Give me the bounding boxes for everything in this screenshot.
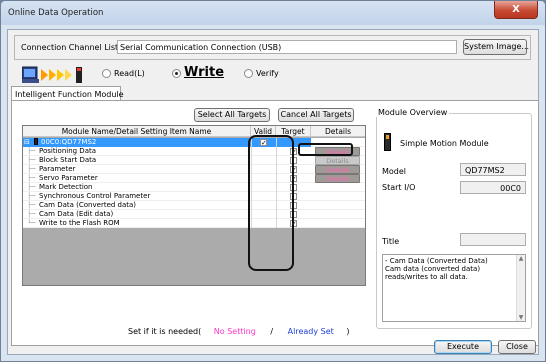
row-name-text: Parameter bbox=[39, 165, 76, 173]
row-name-cell[interactable]: ├─ Servo Parameter bbox=[23, 174, 251, 183]
tree-branch-icon: ├─ bbox=[27, 165, 36, 173]
tab-label: Intelligent Function Module bbox=[15, 90, 124, 99]
verify-radio[interactable] bbox=[244, 69, 253, 78]
module-overview-title: Module Overview bbox=[376, 108, 450, 117]
dialog-client: Connection Channel List Serial Communica… bbox=[7, 29, 539, 355]
row-name-cell[interactable]: ├─ Cam Data (Converted data) bbox=[23, 201, 251, 210]
legend-no-setting: No Setting bbox=[213, 327, 256, 336]
verify-radio-label[interactable]: Verify bbox=[256, 69, 279, 78]
row-name-text: Cam Data (Edit data) bbox=[39, 210, 114, 218]
details-button[interactable]: Details bbox=[315, 156, 360, 165]
tree-branch-icon: ├─ bbox=[27, 192, 36, 200]
start-io-label: Start I/O bbox=[382, 183, 416, 192]
write-mode-icon bbox=[21, 66, 88, 84]
write-radio[interactable] bbox=[172, 69, 181, 78]
title-bar[interactable]: Online Data Operation X bbox=[1, 1, 545, 25]
legend-suffix: ) bbox=[346, 327, 350, 336]
row-name-cell[interactable]: ├─ Mark Detection bbox=[23, 183, 251, 192]
tree-branch-icon: ├─ bbox=[27, 201, 36, 209]
scroll-down-arrow-icon[interactable]: ▼ bbox=[517, 314, 525, 321]
read-radio[interactable] bbox=[102, 69, 111, 78]
row-name-text: Synchronous Control Parameter bbox=[39, 192, 151, 200]
legend-prefix: Set if it is needed( bbox=[128, 327, 202, 336]
legend-line: Set if it is needed( No Setting / Alread… bbox=[128, 327, 349, 336]
connection-group: Connection Channel List Serial Communica… bbox=[14, 35, 531, 60]
title-field bbox=[460, 233, 526, 246]
tab-panel: Select All Targets Cancel All Targets Mo… bbox=[11, 100, 539, 346]
description-text: - Cam Data (Converted Data) Cam data (co… bbox=[385, 257, 488, 281]
model-field: QD77MS2 bbox=[460, 163, 526, 176]
highlight-target-box bbox=[248, 135, 294, 271]
module-name: Simple Motion Module bbox=[400, 139, 489, 148]
title-label: Title bbox=[382, 237, 400, 246]
cancel-all-targets-button[interactable]: Cancel All Targets bbox=[278, 108, 354, 122]
system-image-button[interactable]: System Image... bbox=[463, 39, 529, 55]
collapse-toggle-icon[interactable]: ⊟ bbox=[24, 138, 33, 147]
row-name-text: Positioning Data bbox=[39, 147, 97, 155]
tree-branch-icon: ├─ bbox=[27, 147, 36, 155]
start-io-value: 00C0 bbox=[500, 184, 521, 193]
setting-row[interactable]: ├─ Servo Parameter ✓ Details bbox=[23, 174, 365, 183]
row-name-cell[interactable]: ├─ Block Start Data bbox=[23, 156, 251, 165]
setting-row[interactable]: └─ Write to the Flash ROM ✓ bbox=[23, 219, 365, 228]
setting-row[interactable]: ├─ Block Start Data Details bbox=[23, 156, 365, 165]
model-label: Model bbox=[382, 167, 407, 176]
row-name-cell[interactable]: ├─ Synchronous Control Parameter bbox=[23, 192, 251, 201]
legend-slash: / bbox=[270, 327, 274, 336]
tree-branch-icon: └─ bbox=[27, 219, 36, 227]
col-header-name: Module Name/Detail Setting Item Name bbox=[23, 126, 251, 137]
details-button[interactable]: Details bbox=[315, 165, 360, 174]
row-name-cell[interactable]: ├─ Parameter bbox=[23, 165, 251, 174]
read-radio-label[interactable]: Read(L) bbox=[114, 69, 145, 78]
scroll-up-arrow-icon[interactable]: ▲ bbox=[517, 255, 525, 262]
tree-branch-icon: ├─ bbox=[27, 210, 36, 218]
setting-row[interactable]: ├─ Synchronous Control Parameter bbox=[23, 192, 365, 201]
row-name-cell[interactable]: ⊟ 00C0:QD77MS2 bbox=[23, 138, 251, 147]
setting-row[interactable]: ├─ Parameter ✓ Details bbox=[23, 165, 365, 174]
description-scrollbar[interactable]: ▲ ▼ bbox=[516, 255, 525, 321]
description-box[interactable]: - Cam Data (Converted Data) Cam data (co… bbox=[382, 254, 526, 322]
row-name-cell[interactable]: ├─ Cam Data (Edit data) bbox=[23, 210, 251, 219]
write-radio-label[interactable]: Write bbox=[184, 65, 224, 80]
connection-channel-value: Serial Communication Connection (USB) bbox=[120, 43, 282, 52]
tree-branch-icon: ├─ bbox=[27, 156, 36, 164]
details-button[interactable]: Details bbox=[315, 174, 360, 183]
row-name-text: Block Start Data bbox=[39, 156, 97, 164]
row-name-text: Servo Parameter bbox=[39, 174, 98, 182]
start-io-field: 00C0 bbox=[460, 181, 526, 194]
model-value: QD77MS2 bbox=[465, 166, 505, 175]
window-title: Online Data Operation bbox=[8, 8, 104, 18]
row-name-text: Cam Data (Converted data) bbox=[39, 201, 137, 209]
grid-header: Module Name/Detail Setting Item Name Val… bbox=[23, 126, 365, 137]
tree-branch-icon: ├─ bbox=[27, 174, 36, 182]
setting-row[interactable]: ├─ Cam Data (Edit data) bbox=[23, 210, 365, 219]
connection-channel-field: Serial Communication Connection (USB) bbox=[117, 40, 457, 54]
col-header-details: Details bbox=[324, 127, 351, 136]
online-data-operation-window: Online Data Operation X Connection Chann… bbox=[0, 0, 546, 362]
select-all-targets-button[interactable]: Select All Targets bbox=[194, 108, 270, 122]
row-name-text: Mark Detection bbox=[39, 183, 93, 191]
tree-branch-icon: ├─ bbox=[27, 183, 36, 191]
row-name-text: Write to the Flash ROM bbox=[39, 219, 120, 227]
close-window-button[interactable]: X bbox=[494, 1, 538, 19]
close-button[interactable]: Close bbox=[498, 340, 536, 354]
execute-button[interactable]: Execute bbox=[434, 340, 492, 354]
legend-already-set: Already Set bbox=[287, 327, 334, 336]
setting-row[interactable]: ├─ Mark Detection bbox=[23, 183, 365, 192]
row-name-cell[interactable]: ├─ Positioning Data bbox=[23, 147, 251, 156]
row-name-text: 00C0:QD77MS2 bbox=[41, 138, 97, 146]
connection-channel-label: Connection Channel List bbox=[21, 43, 119, 52]
tab-intelligent-function-module[interactable]: Intelligent Function Module bbox=[11, 86, 124, 101]
setting-row[interactable]: ├─ Cam Data (Converted data) bbox=[23, 201, 365, 210]
module-icon bbox=[384, 133, 391, 151]
highlight-details-box bbox=[298, 143, 353, 156]
row-name-cell[interactable]: └─ Write to the Flash ROM bbox=[23, 219, 251, 228]
module-icon-small bbox=[34, 138, 38, 145]
